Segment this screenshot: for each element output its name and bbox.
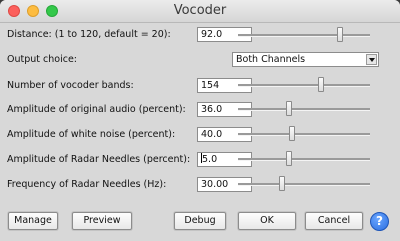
help-icon: ? bbox=[376, 214, 383, 228]
vocoder-bands-slider[interactable] bbox=[238, 77, 370, 93]
vocoder-bands-label: Number of vocoder bands: bbox=[7, 80, 134, 91]
slider-thumb[interactable] bbox=[286, 101, 293, 116]
slider-track bbox=[238, 133, 370, 136]
slider-track bbox=[238, 108, 370, 111]
manage-button[interactable]: Manage bbox=[8, 212, 58, 230]
preview-button-label: Preview bbox=[83, 215, 121, 226]
distance-label: Distance: (1 to 120, default = 20): bbox=[7, 29, 171, 40]
white-noise-slider[interactable] bbox=[238, 126, 370, 142]
debug-button-label: Debug bbox=[184, 215, 216, 226]
radar-frequency-label: Frequency of Radar Needles (Hz): bbox=[7, 179, 167, 190]
radar-amplitude-label: Amplitude of Radar Needles (percent): bbox=[7, 154, 191, 165]
debug-button[interactable]: Debug bbox=[174, 212, 226, 230]
output-choice-selected: Both Channels bbox=[236, 54, 306, 65]
help-button[interactable]: ? bbox=[370, 212, 389, 231]
slider-track bbox=[238, 84, 370, 87]
slider-thumb[interactable] bbox=[336, 27, 343, 42]
preview-button[interactable]: Preview bbox=[72, 212, 132, 230]
original-audio-label: Amplitude of original audio (percent): bbox=[7, 104, 186, 115]
vocoder-dialog: Vocoder Distance: (1 to 120, default = 2… bbox=[0, 0, 400, 241]
ok-button[interactable]: OK bbox=[238, 212, 296, 230]
title-bar: Vocoder bbox=[0, 0, 400, 23]
slider-track bbox=[238, 34, 370, 37]
slider-track bbox=[238, 158, 370, 161]
output-choice-label: Output choice: bbox=[7, 54, 77, 65]
radar-amplitude-slider[interactable] bbox=[238, 151, 370, 167]
cancel-button-label: Cancel bbox=[317, 215, 351, 226]
slider-track bbox=[238, 183, 370, 186]
slider-thumb[interactable] bbox=[278, 176, 285, 191]
output-choice-dropdown[interactable]: Both Channels bbox=[232, 52, 379, 67]
window-title: Vocoder bbox=[173, 3, 227, 18]
ok-button-label: OK bbox=[260, 215, 274, 226]
slider-thumb[interactable] bbox=[286, 151, 293, 166]
manage-button-label: Manage bbox=[14, 215, 52, 226]
white-noise-label: Amplitude of white noise (percent): bbox=[7, 129, 176, 140]
cancel-button[interactable]: Cancel bbox=[305, 212, 363, 230]
radar-frequency-slider[interactable] bbox=[238, 176, 370, 192]
slider-thumb[interactable] bbox=[318, 77, 325, 92]
distance-slider[interactable] bbox=[238, 27, 370, 43]
radar-amplitude-value: 5.0 bbox=[202, 154, 218, 165]
chevron-down-icon bbox=[366, 54, 377, 65]
slider-thumb[interactable] bbox=[289, 126, 296, 141]
original-audio-slider[interactable] bbox=[238, 101, 370, 117]
